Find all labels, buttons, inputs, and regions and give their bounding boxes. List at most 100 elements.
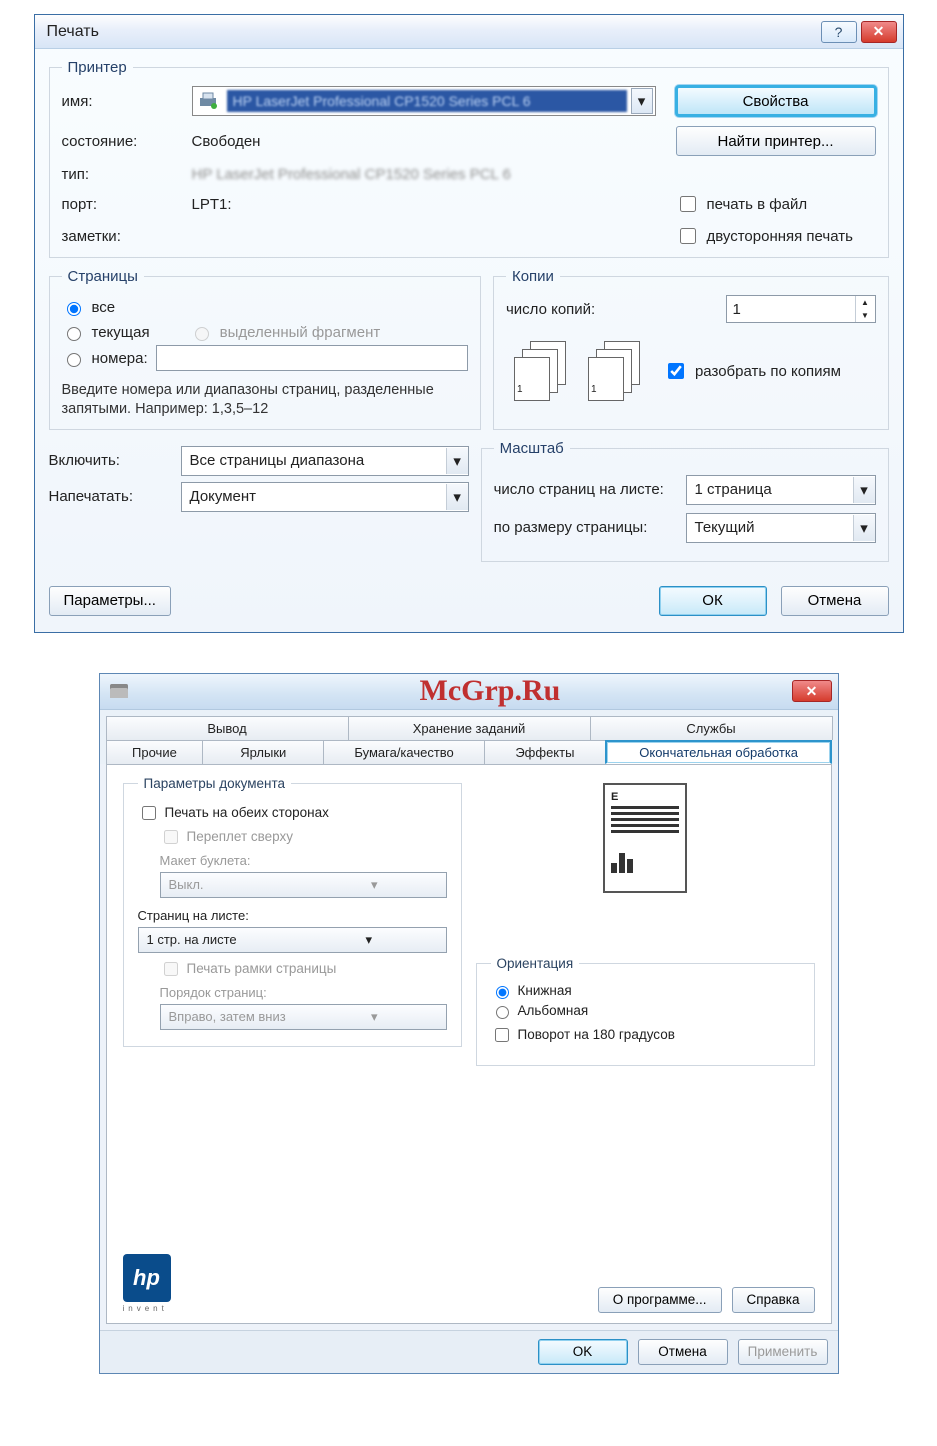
tabs-row-2: Прочие Ярлыки Бумага/качество Эффекты Ок… xyxy=(106,740,832,764)
chevron-down-icon[interactable]: ▾ xyxy=(292,932,446,948)
pages-numbers-radio[interactable]: номера: xyxy=(62,350,148,367)
fit-value: Текущий xyxy=(687,519,853,536)
flip-up-label: Переплет сверху xyxy=(187,829,294,844)
driver-properties-dialog: McGrp.Ru ✕ Вывод Хранение заданий Службы… xyxy=(99,673,839,1374)
pages-current-radio[interactable]: текущая xyxy=(62,324,150,341)
properties-button[interactable]: Свойства xyxy=(676,86,876,116)
document-options-group: Параметры документа Печать на обеих стор… xyxy=(123,783,462,1047)
tab-job-storage[interactable]: Хранение заданий xyxy=(348,716,591,740)
orientation-landscape-label: Альбомная xyxy=(518,1003,589,1018)
page-order-label: Порядок страниц: xyxy=(160,985,447,1000)
pages-legend: Страницы xyxy=(62,268,144,285)
spinner-up-icon[interactable]: ▲ xyxy=(855,296,875,309)
orientation-landscape-radio[interactable]: Альбомная xyxy=(491,1003,800,1019)
apply-button[interactable]: Применить xyxy=(738,1339,828,1365)
print-borders-checkbox: Печать рамки страницы xyxy=(160,959,447,979)
tab-other[interactable]: Прочие xyxy=(106,740,204,764)
pages-all-radio[interactable]: все xyxy=(62,299,468,316)
include-label: Включить: xyxy=(49,452,167,469)
pages-per-sheet-select[interactable]: 1 страница ▾ xyxy=(686,475,876,505)
orientation-group: Ориентация Книжная Альбомная Поворот на … xyxy=(476,963,815,1066)
close-button[interactable]: ✕ xyxy=(861,21,897,43)
pages-all-label: все xyxy=(92,299,116,316)
copies-value: 1 xyxy=(727,301,855,318)
printer-legend: Принтер xyxy=(62,59,133,76)
orientation-portrait-input[interactable] xyxy=(496,986,509,999)
tab-finishing[interactable]: Окончательная обработка xyxy=(605,740,833,764)
name-label: имя: xyxy=(62,93,172,110)
orientation-portrait-radio[interactable]: Книжная xyxy=(491,983,800,999)
spinner-down-icon[interactable]: ▼ xyxy=(855,309,875,322)
collate-input[interactable] xyxy=(668,363,684,379)
chevron-down-icon[interactable]: ▾ xyxy=(446,448,468,474)
chevron-down-icon[interactable]: ▾ xyxy=(853,515,875,541)
orientation-portrait-label: Книжная xyxy=(518,983,572,998)
cancel-button[interactable]: Отмена xyxy=(781,586,889,616)
pages-selection-input xyxy=(195,327,209,341)
help-button[interactable]: ? xyxy=(821,21,857,43)
fit-select[interactable]: Текущий ▾ xyxy=(686,513,876,543)
tab-paper-quality[interactable]: Бумага/качество xyxy=(323,740,485,764)
pages-numbers-field[interactable] xyxy=(156,345,468,371)
pages-selection-label: выделенный фрагмент xyxy=(220,324,381,341)
pages-numbers-input[interactable] xyxy=(67,353,81,367)
rotate180-label: Поворот на 180 градусов xyxy=(518,1027,675,1042)
booklet-label: Макет буклета: xyxy=(160,853,447,868)
print-both-sides-checkbox[interactable]: Печать на обеих сторонах xyxy=(138,803,447,823)
scale-group: Масштаб число страниц на листе: 1 страни… xyxy=(481,440,889,562)
pps-label: Страниц на листе: xyxy=(138,908,447,923)
print-to-file-label: печать в файл xyxy=(707,196,808,213)
title-bar: Печать ? ✕ xyxy=(35,15,903,49)
page-preview: E xyxy=(603,783,687,893)
ok-button[interactable]: OK xyxy=(538,1339,628,1365)
print-what-label: Напечатать: xyxy=(49,488,167,505)
tab-shortcuts[interactable]: Ярлыки xyxy=(202,740,324,764)
duplex-checkbox[interactable]: двусторонняя печать xyxy=(676,225,876,247)
pages-numbers-label: номера: xyxy=(92,350,148,367)
find-printer-button[interactable]: Найти принтер... xyxy=(676,126,876,156)
document-options-legend: Параметры документа xyxy=(138,776,292,791)
print-both-sides-input[interactable] xyxy=(142,806,156,820)
collate-checkbox[interactable]: разобрать по копиям xyxy=(664,360,841,382)
copies-legend: Копии xyxy=(506,268,560,285)
copies-spinner[interactable]: 1 ▲ ▼ xyxy=(726,295,876,323)
printer-group: Принтер имя: HP LaserJet Professional CP… xyxy=(49,59,889,258)
printer-select[interactable]: HP LaserJet Professional CP1520 Series P… xyxy=(192,86,656,116)
print-what-select[interactable]: Документ ▾ xyxy=(181,482,469,512)
title-bar: McGrp.Ru ✕ xyxy=(100,674,838,710)
rotate180-checkbox[interactable]: Поворот на 180 градусов xyxy=(491,1025,800,1045)
print-to-file-checkbox[interactable]: печать в файл xyxy=(676,193,876,215)
help-button[interactable]: Справка xyxy=(732,1287,815,1313)
parameters-button[interactable]: Параметры... xyxy=(49,586,171,616)
duplex-label: двусторонняя печать xyxy=(707,228,853,245)
pages-all-input[interactable] xyxy=(67,302,81,316)
chevron-down-icon[interactable]: ▾ xyxy=(631,88,653,114)
booklet-value: Выкл. xyxy=(161,877,304,892)
print-to-file-input[interactable] xyxy=(680,196,696,212)
tab-services[interactable]: Службы xyxy=(590,716,833,740)
include-select[interactable]: Все страницы диапазона ▾ xyxy=(181,446,469,476)
orientation-legend: Ориентация xyxy=(491,956,580,971)
duplex-input[interactable] xyxy=(680,228,696,244)
type-value: HP LaserJet Professional CP1520 Series P… xyxy=(192,166,656,183)
pages-selection-radio: выделенный фрагмент xyxy=(190,324,381,341)
page-order-value: Вправо, затем вниз xyxy=(161,1009,304,1024)
close-button[interactable]: ✕ xyxy=(792,680,832,702)
pages-current-input[interactable] xyxy=(67,327,81,341)
chevron-down-icon[interactable]: ▾ xyxy=(853,477,875,503)
tab-effects[interactable]: Эффекты xyxy=(484,740,606,764)
copies-group: Копии число копий: 1 ▲ ▼ 3 2 xyxy=(493,268,889,430)
about-button[interactable]: О программе... xyxy=(598,1287,722,1313)
orientation-landscape-input[interactable] xyxy=(496,1006,509,1019)
rotate180-input[interactable] xyxy=(495,1028,509,1042)
pages-current-label: текущая xyxy=(92,324,150,341)
watermark-text: McGrp.Ru xyxy=(420,674,561,708)
printer-name-value: HP LaserJet Professional CP1520 Series P… xyxy=(227,90,627,112)
ok-button[interactable]: ОК xyxy=(659,586,767,616)
print-borders-label: Печать рамки страницы xyxy=(187,961,337,976)
chevron-down-icon[interactable]: ▾ xyxy=(446,484,468,510)
cancel-button[interactable]: Отмена xyxy=(638,1339,728,1365)
tab-output[interactable]: Вывод xyxy=(106,716,349,740)
pages-group: Страницы все текущая выделенный фрагмент xyxy=(49,268,481,430)
pps-select[interactable]: 1 стр. на листе▾ xyxy=(138,927,447,953)
